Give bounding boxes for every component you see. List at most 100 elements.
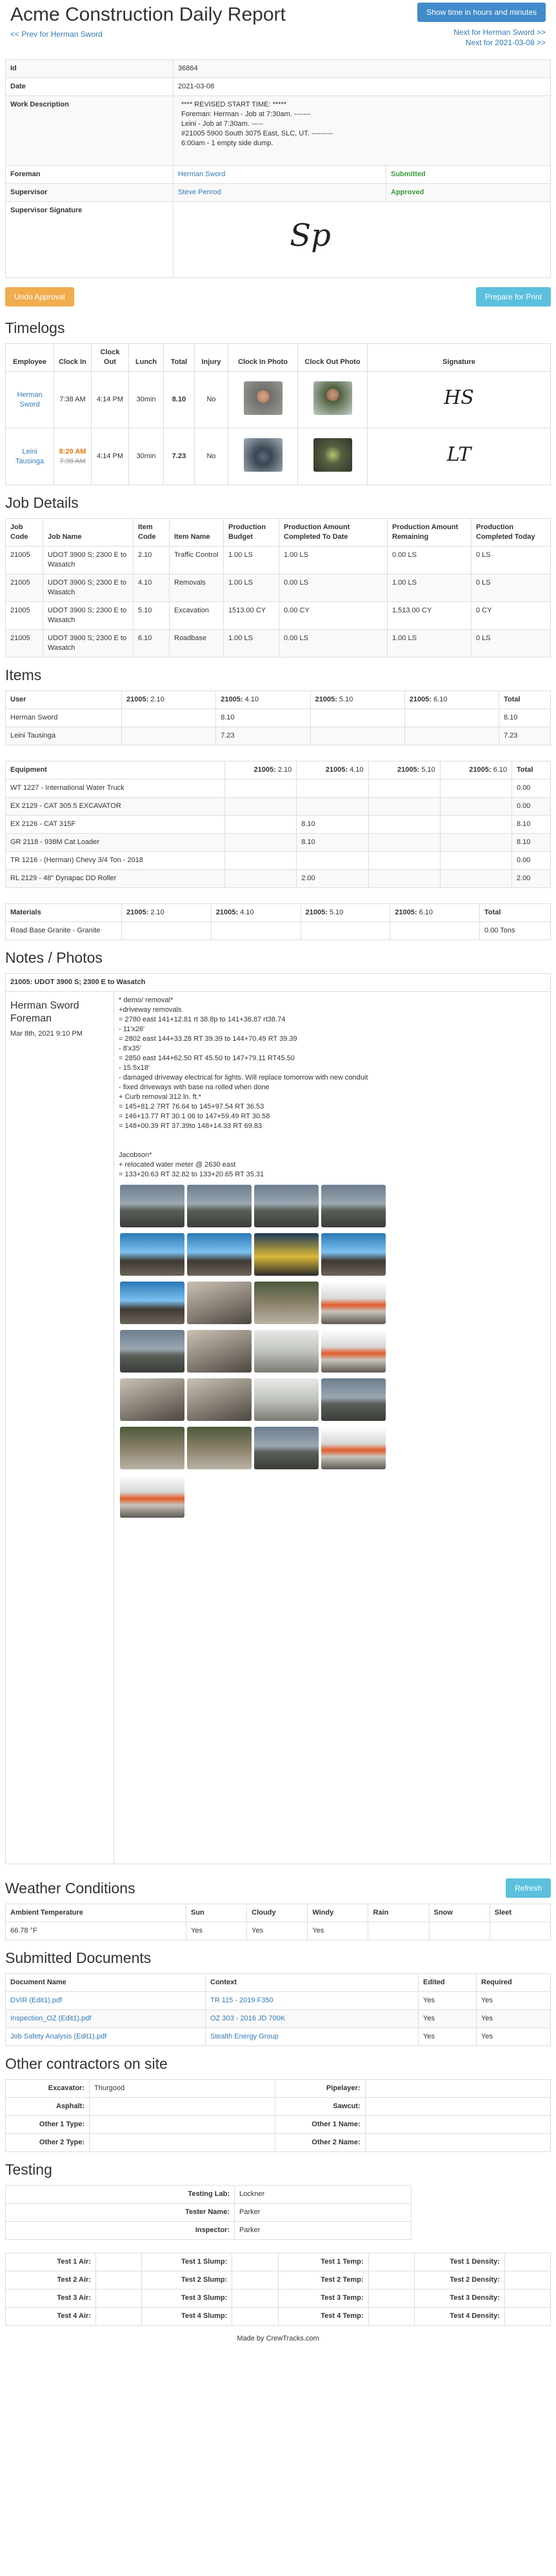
note-text: * demo/ removal* +driveway removals = 27…: [119, 996, 368, 1178]
table-row: Testing Lab: Lockner: [5, 2185, 412, 2204]
document-context-link[interactable]: OZ 303 - 2016 JD 700K: [210, 2015, 285, 2022]
site-photo[interactable]: [187, 1330, 252, 1373]
table-row: Job Safety Analysis (Edit1).pdf Stealth …: [5, 2028, 551, 2046]
note-author: Herman Sword Foreman Mar 8th, 2021 9:10 …: [5, 991, 114, 1864]
employee-link[interactable]: Leini Tausinga: [15, 448, 44, 465]
site-photo[interactable]: [321, 1330, 386, 1373]
amount-remaining: 1.00 LS: [387, 574, 472, 602]
table-row: Tester Name: Parker: [5, 2203, 412, 2222]
document-context-link[interactable]: TR 115 - 2019 F350: [210, 1997, 273, 2004]
site-photo[interactable]: [254, 1427, 319, 1469]
next-links: Next for Herman Sword >> Next for 2021-0…: [453, 27, 546, 48]
item-col-header: 21005: 4.10: [215, 690, 311, 709]
page-title: Acme Construction Daily Report: [10, 4, 286, 25]
total-header: Total: [511, 761, 551, 780]
table-row: GR 2118 - 938M Cat Loader 8.10 8.10: [5, 833, 551, 852]
site-photo[interactable]: [120, 1233, 184, 1276]
table-row: Road Base Granite - Granite 0.00 Tons: [5, 921, 551, 940]
table-row: Test 1 Air: Test 1 Slump: Test 1 Temp: Test…: [5, 2253, 551, 2271]
clock-out-photo[interactable]: [313, 438, 352, 472]
foreman-link[interactable]: Herman Sword: [178, 170, 225, 178]
required-value: Yes: [476, 1991, 551, 2010]
clock-out-photo[interactable]: [313, 381, 352, 415]
site-photo[interactable]: [120, 1378, 184, 1421]
items-equipment-table: Equipment 21005: 2.10 21005: 4.10 21005:…: [5, 761, 551, 888]
item-col-header: 21005: 5.10: [300, 903, 391, 922]
item-code: 4.10: [133, 574, 170, 602]
site-photo[interactable]: [120, 1427, 184, 1469]
document-link[interactable]: DVIR (Edit1).pdf: [10, 1997, 62, 2004]
refresh-weather-button[interactable]: Refresh: [505, 1878, 551, 1898]
table-row: Herman Sword 7:38 AM 4:14 PM 30min 8.10 …: [5, 371, 551, 428]
site-photo[interactable]: [120, 1185, 184, 1227]
table-row: Other 2 Type: Other 2 Name:: [5, 2133, 551, 2152]
clock-in: 8:20 AM 7:38 AM: [54, 428, 92, 485]
supervisor-link[interactable]: Steve Penrod: [178, 188, 221, 196]
work-line: **** REVISED START TIME: *****: [181, 101, 287, 108]
document-link[interactable]: Inspection_OZ (Edit1).pdf: [10, 2015, 91, 2022]
timelogs-title: Timelogs: [5, 319, 65, 336]
table-row: WT 1227 - International Water Truck 0.00: [5, 779, 551, 798]
table-row: RL 2129 - 48" Dynapac DD Roller 2.00 2.00: [5, 869, 551, 888]
sun-value: Yes: [185, 1922, 248, 1940]
site-photo[interactable]: [120, 1475, 184, 1518]
item-name: Removals: [169, 574, 224, 602]
required-value: Yes: [476, 2028, 551, 2046]
table-row: Asphalt: Sawcut:: [5, 2097, 551, 2116]
document-link[interactable]: Job Safety Analysis (Edit1).pdf: [10, 2033, 106, 2040]
show-time-button[interactable]: Show time in hours and minutes: [417, 3, 546, 22]
site-photo[interactable]: [321, 1185, 386, 1227]
site-photo[interactable]: [321, 1233, 386, 1276]
rain-value: [368, 1922, 430, 1940]
table-row: DVIR (Edit1).pdf TR 115 - 2019 F350 Yes …: [5, 1991, 551, 2010]
site-photo[interactable]: [254, 1233, 319, 1276]
next-date-link[interactable]: Next for 2021-03-08 >>: [466, 38, 546, 47]
site-photo[interactable]: [187, 1378, 252, 1421]
notes-title: Notes / Photos: [5, 949, 103, 966]
work-line: #21005 5900 South 3075 East, SLC, UT. --…: [181, 130, 333, 137]
site-photo[interactable]: [254, 1282, 319, 1324]
testing-info-table: Testing Lab: Lockner Tester Name: Parker I…: [5, 2185, 412, 2240]
clock-in-photo[interactable]: [243, 438, 283, 472]
item-col-header: 21005: 4.10: [296, 761, 369, 780]
edited-value: Yes: [418, 1991, 477, 2010]
next-foreman-link[interactable]: Next for Herman Sword >>: [453, 28, 546, 37]
job-name: UDOT 3900 S; 2300 E to Wasatch: [43, 601, 134, 630]
site-photo[interactable]: [254, 1330, 319, 1373]
site-photo[interactable]: [187, 1185, 252, 1227]
site-photo[interactable]: [321, 1427, 386, 1469]
foreman-status-badge: Submitted: [386, 165, 551, 184]
work-line: 6:00am - 1 empty side dump.: [181, 139, 273, 147]
prev-foreman-link[interactable]: << Prev for Herman Sword: [10, 30, 103, 39]
site-photo[interactable]: [321, 1378, 386, 1421]
col-header: Production Amount Completed To Date: [279, 518, 388, 547]
table-row: 21005 UDOT 3900 S; 2300 E to Wasatch 2.1…: [5, 546, 551, 574]
job-code: 21005: [5, 601, 43, 630]
item-col-header: 21005: 2.10: [121, 690, 217, 709]
col-header: Windy: [307, 1904, 369, 1922]
site-photo[interactable]: [187, 1427, 252, 1469]
site-photo[interactable]: [321, 1282, 386, 1324]
col-header: Sleet: [489, 1904, 551, 1922]
site-photo[interactable]: [254, 1378, 319, 1421]
documents-table: Document Name Context Edited Required DV…: [5, 1973, 551, 2046]
work-description: **** REVISED START TIME: ***** Foreman: …: [173, 96, 551, 166]
job-code: 21005: [5, 546, 43, 574]
site-photo[interactable]: [187, 1282, 252, 1324]
undo-approval-button[interactable]: Undo Approval: [5, 287, 74, 307]
site-photo[interactable]: [120, 1330, 184, 1373]
document-context-link[interactable]: Stealth Energy Group: [210, 2033, 279, 2040]
testing-results-table: Test 1 Air: Test 1 Slump: Test 1 Temp: Test…: [5, 2253, 551, 2326]
site-photo[interactable]: [187, 1233, 252, 1276]
clock-in-photo[interactable]: [243, 381, 283, 415]
item-code: 5.10: [133, 601, 170, 630]
table-row: Test 3 Air: Test 3 Slump: Test 3 Temp: Test…: [5, 2289, 551, 2308]
col-header: Job Code: [5, 518, 43, 547]
prepare-print-button[interactable]: Prepare for Print: [475, 287, 551, 307]
site-photo[interactable]: [254, 1185, 319, 1227]
employee-link[interactable]: Herman Sword: [17, 391, 42, 408]
employee-signature: LT: [446, 443, 472, 466]
site-photo[interactable]: [120, 1282, 184, 1324]
clock-out: 4:14 PM: [91, 428, 129, 485]
col-header: Document Name: [5, 1973, 206, 1992]
